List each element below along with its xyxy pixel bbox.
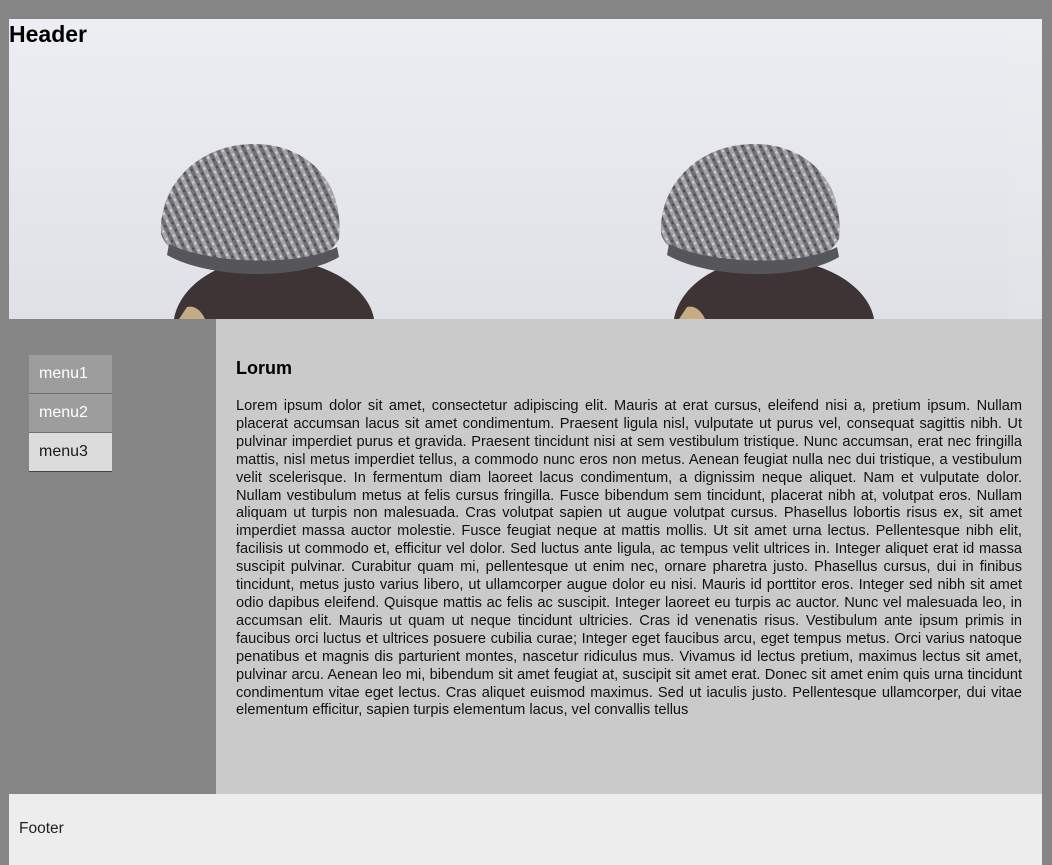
footer-text: Footer (19, 820, 64, 837)
header-banner: Header (9, 19, 1042, 319)
main-content: Lorum Lorem ipsum dolor sit amet, consec… (216, 319, 1042, 794)
content-title: Lorum (236, 358, 292, 378)
header-title: Header (9, 21, 87, 47)
header-background-image-repeat (509, 19, 1009, 319)
page-layout: Header menu1 menu2 menu3 Lorum Lorem ips… (9, 19, 1042, 865)
header-background-image (9, 19, 509, 319)
content-paragraph: Lorem ipsum dolor sit amet, consectetur … (236, 398, 1022, 719)
sidebar: menu1 menu2 menu3 (9, 319, 216, 794)
sidebar-menu: menu1 menu2 menu3 (29, 355, 112, 472)
menu-item-menu3[interactable]: menu3 (29, 433, 112, 472)
menu-item-menu1[interactable]: menu1 (29, 355, 112, 394)
menu-item-menu2[interactable]: menu2 (29, 394, 112, 433)
header-image-edge (1009, 19, 1042, 319)
footer: Footer (9, 794, 1042, 865)
